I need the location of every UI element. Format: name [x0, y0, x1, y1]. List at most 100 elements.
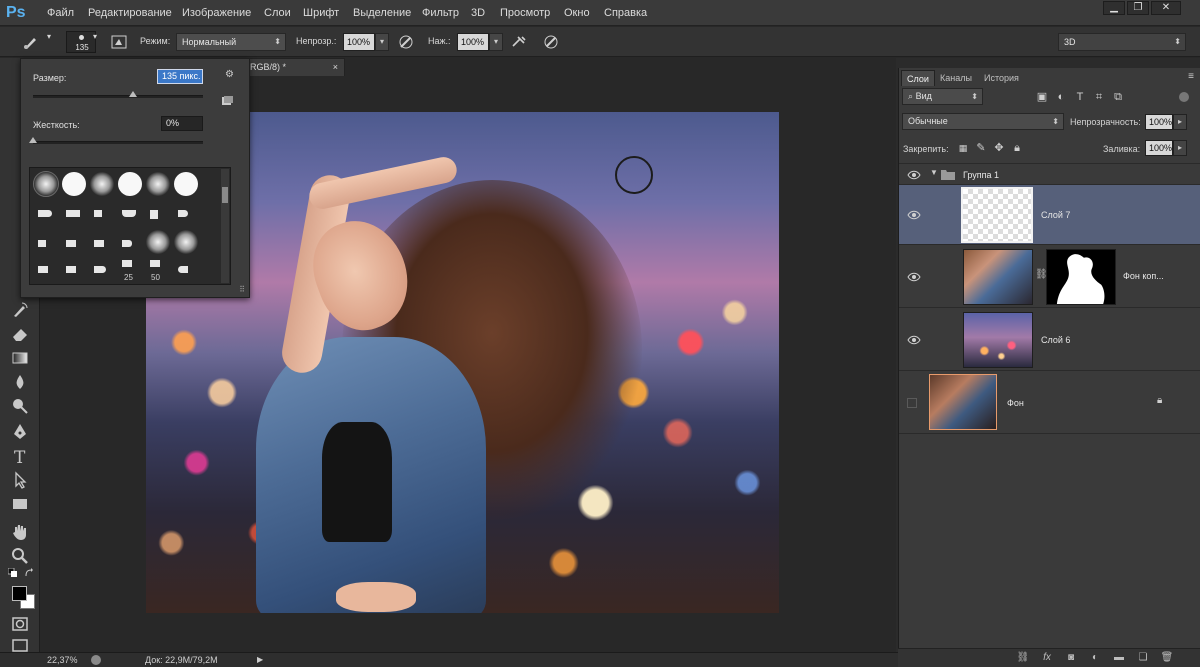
- flow-input[interactable]: 100%: [457, 33, 489, 51]
- brush-tip-pressure[interactable]: [38, 266, 48, 273]
- brush-tip-pressure[interactable]: [94, 210, 102, 217]
- default-colors-icon[interactable]: [8, 568, 18, 578]
- brush-tool-icon[interactable]: [22, 34, 40, 50]
- layer-opacity-arrow[interactable]: ▸: [1173, 114, 1187, 130]
- tab-layers[interactable]: Слои: [901, 70, 935, 86]
- brush-preset-arrow[interactable]: ▾: [93, 32, 97, 41]
- menu-select[interactable]: Выделение: [353, 5, 411, 21]
- hand-tool-icon[interactable]: [10, 522, 30, 542]
- group-expand-icon[interactable]: ▼: [930, 168, 938, 177]
- workspace-select[interactable]: 3D ⬍: [1058, 33, 1186, 51]
- gear-icon[interactable]: ⚙: [225, 69, 234, 80]
- menu-filter[interactable]: Фильтр: [422, 5, 459, 21]
- size-slider[interactable]: [33, 91, 203, 98]
- restore-button[interactable]: ❐: [1127, 1, 1149, 15]
- layer-group-row[interactable]: ▼ Группа 1: [899, 163, 1200, 185]
- document-tab[interactable]: RGB/8) * ×: [245, 58, 345, 76]
- layer-row-fon[interactable]: Фон 🔒︎: [899, 371, 1200, 434]
- eye-icon[interactable]: [907, 169, 921, 181]
- foreground-color-swatch[interactable]: [12, 586, 27, 601]
- brush-tip-pressure[interactable]: [66, 266, 76, 273]
- history-brush-tool-icon[interactable]: [10, 300, 30, 320]
- menu-help[interactable]: Справка: [604, 5, 647, 21]
- brush-tip-soft-round[interactable]: [174, 230, 198, 254]
- close-window-button[interactable]: ✕: [1151, 1, 1181, 15]
- layer-row-sloy6[interactable]: Слой 6: [899, 308, 1200, 371]
- flow-dropdown-button[interactable]: ▾: [489, 33, 503, 51]
- brush-tip-pressure[interactable]: [94, 240, 104, 247]
- filter-toggle-icon[interactable]: [1179, 92, 1189, 102]
- filter-adjustment-icon[interactable]: ◐: [1054, 90, 1068, 104]
- pressure-opacity-icon[interactable]: [397, 34, 415, 50]
- lock-image-icon[interactable]: ✎: [974, 141, 988, 155]
- layer-mask-thumbnail[interactable]: [1046, 249, 1116, 305]
- quick-mask-icon[interactable]: [10, 614, 30, 634]
- brush-preset-picker[interactable]: 135: [66, 31, 96, 53]
- brush-tip-soft-round[interactable]: [90, 172, 114, 196]
- size-slider-thumb[interactable]: [129, 91, 138, 97]
- brush-tip-pressure[interactable]: [122, 260, 132, 267]
- menu-3d[interactable]: 3D: [471, 5, 485, 21]
- layer-opacity-input[interactable]: 100%: [1145, 114, 1173, 130]
- menu-type[interactable]: Шрифт: [303, 5, 339, 21]
- brush-tip-pressure[interactable]: [66, 240, 76, 247]
- lock-transparent-icon[interactable]: ▦: [956, 141, 970, 155]
- brush-grid-scrollbar[interactable]: [221, 169, 229, 283]
- rectangle-tool-icon[interactable]: [10, 494, 30, 514]
- pen-tool-icon[interactable]: [10, 422, 30, 442]
- swap-colors-icon[interactable]: [24, 568, 34, 578]
- lock-all-icon[interactable]: 🔒︎: [1010, 141, 1024, 155]
- filter-pixel-icon[interactable]: ▣: [1035, 90, 1049, 104]
- fill-input[interactable]: 100%: [1145, 140, 1173, 156]
- filter-shape-icon[interactable]: ⌗: [1092, 90, 1106, 104]
- opacity-input[interactable]: 100%: [343, 33, 375, 51]
- blend-mode-select[interactable]: Нормальный ⬍: [176, 33, 286, 51]
- gradient-tool-icon[interactable]: [10, 348, 30, 368]
- layer-row-fon-copy[interactable]: ⛓ Фон коп...: [899, 245, 1200, 308]
- brush-tip-pressure[interactable]: [38, 210, 52, 217]
- layer-filter-select[interactable]: ⌕ Вид ⬍: [902, 88, 983, 105]
- document-tab-close[interactable]: ×: [333, 59, 338, 76]
- eye-icon[interactable]: [907, 271, 921, 283]
- brush-tip-pressure[interactable]: [178, 266, 188, 273]
- pressure-size-icon[interactable]: [542, 34, 560, 50]
- link-layers-icon[interactable]: ⛓: [1016, 652, 1030, 664]
- path-selection-tool-icon[interactable]: [10, 470, 30, 490]
- menu-image[interactable]: Изображение: [182, 5, 251, 21]
- tab-channels[interactable]: Каналы: [935, 70, 977, 86]
- brush-tip-pressure[interactable]: [94, 266, 106, 273]
- brush-picker-arrow[interactable]: ▾: [47, 32, 51, 41]
- panel-menu-icon[interactable]: ≡: [1188, 71, 1194, 82]
- brush-tip-hard-round[interactable]: [174, 172, 198, 196]
- brush-tip-pressure[interactable]: [150, 260, 160, 267]
- layer-blend-mode-select[interactable]: Обычные ⬍: [902, 113, 1064, 130]
- eraser-tool-icon[interactable]: [10, 324, 30, 344]
- new-group-icon[interactable]: ▬: [1112, 652, 1126, 664]
- brush-panel-icon[interactable]: [110, 34, 128, 50]
- layer-row-sloy7[interactable]: Слой 7: [899, 185, 1200, 245]
- brush-tip-pressure[interactable]: [38, 240, 46, 247]
- brush-tip-pressure[interactable]: [150, 210, 158, 219]
- new-preset-icon[interactable]: [221, 96, 233, 106]
- opacity-dropdown-button[interactable]: ▾: [375, 33, 389, 51]
- new-layer-icon[interactable]: ❏: [1136, 652, 1150, 664]
- minimize-button[interactable]: ▁: [1103, 1, 1125, 15]
- eye-icon[interactable]: [907, 209, 921, 221]
- menu-layers[interactable]: Слои: [264, 5, 291, 21]
- delete-layer-icon[interactable]: 🗑︎: [1160, 652, 1174, 664]
- lock-position-icon[interactable]: ✥: [992, 141, 1006, 155]
- brush-tip-soft-round[interactable]: [146, 230, 170, 254]
- brush-tip-soft-round[interactable]: [146, 172, 170, 196]
- dodge-tool-icon[interactable]: [10, 396, 30, 416]
- brush-tip-pressure[interactable]: [178, 210, 188, 217]
- brush-tip-soft-round[interactable]: [33, 171, 59, 197]
- add-mask-icon[interactable]: ◙: [1064, 652, 1078, 664]
- hardness-slider[interactable]: [29, 137, 203, 144]
- filter-smart-object-icon[interactable]: ⧉: [1111, 90, 1125, 104]
- brush-tip-hard-round[interactable]: [62, 172, 86, 196]
- blur-tool-icon[interactable]: [10, 372, 30, 392]
- brush-tip-pressure[interactable]: [122, 240, 132, 247]
- brush-grid-scroll-thumb[interactable]: [222, 187, 228, 203]
- menu-window[interactable]: Окно: [564, 5, 590, 21]
- filter-type-icon[interactable]: T: [1073, 90, 1087, 104]
